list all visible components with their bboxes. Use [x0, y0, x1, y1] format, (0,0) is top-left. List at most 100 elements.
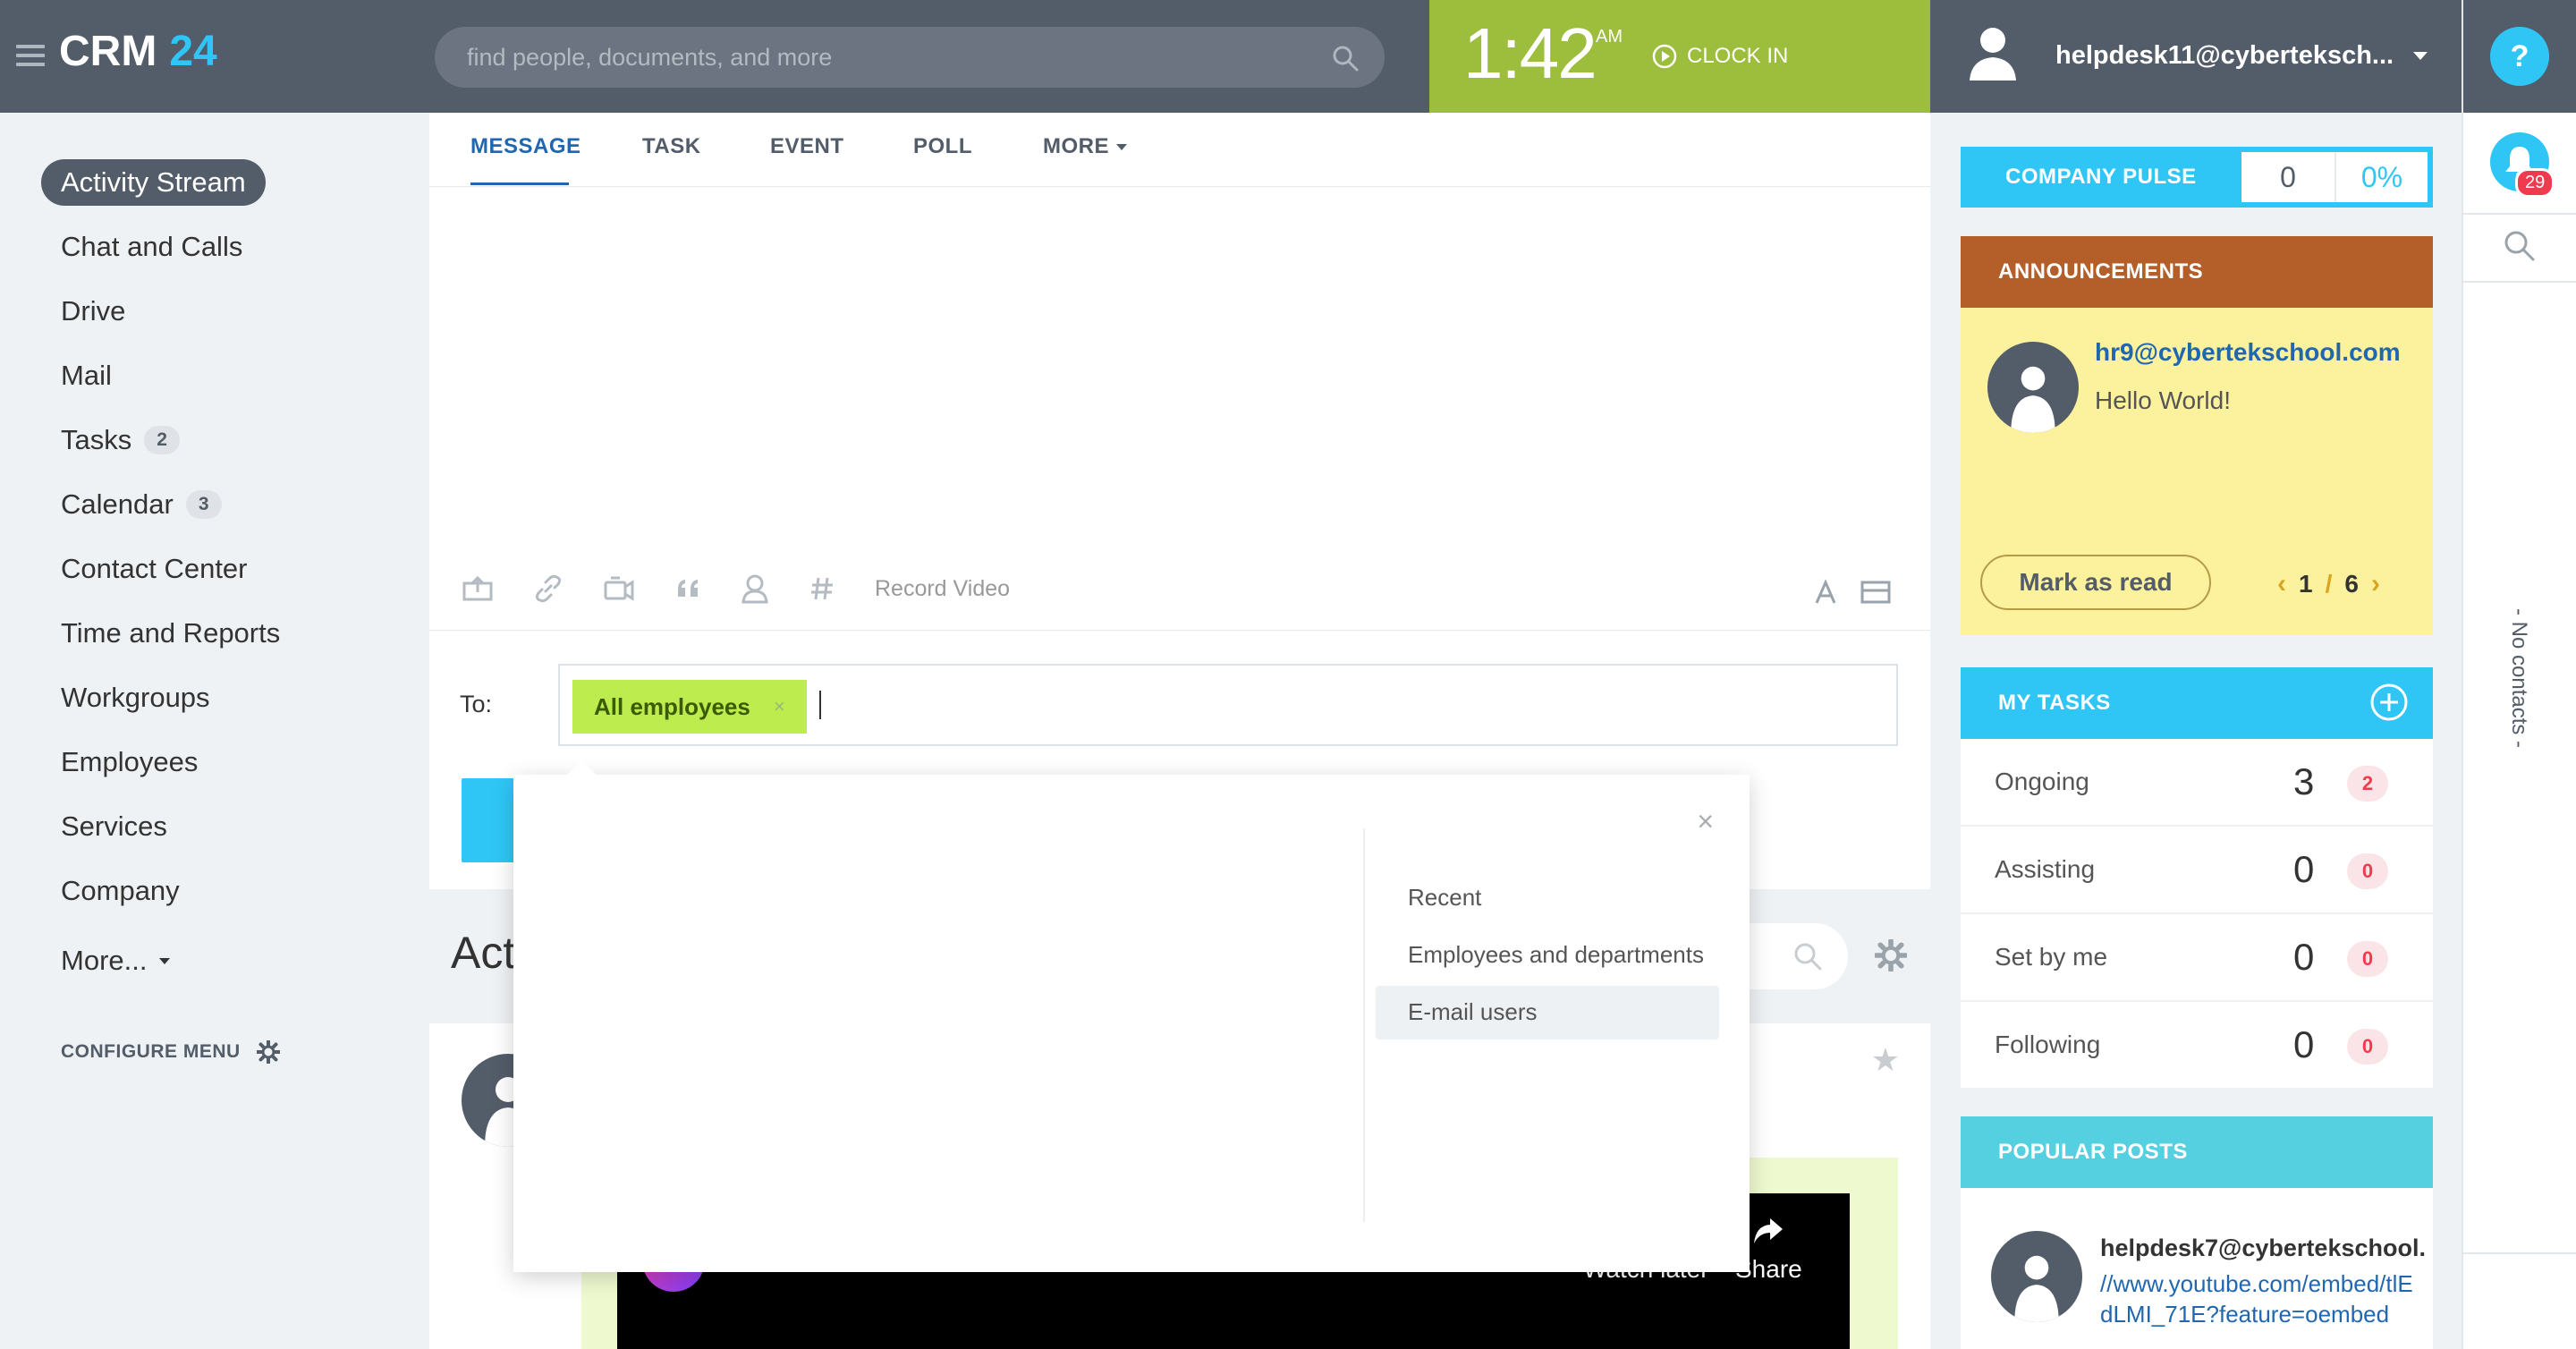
- configure-menu-label: CONFIGURE MENU: [61, 1041, 241, 1062]
- gear-icon[interactable]: [1875, 939, 1907, 971]
- recipients-field[interactable]: All employees ×: [558, 664, 1898, 746]
- task-row-set-by-me[interactable]: Set by me 0 0: [1961, 914, 2433, 1002]
- recipient-chip-label: All employees: [594, 692, 750, 720]
- task-row-badge: 0: [2347, 1029, 2388, 1065]
- mark-as-read-button[interactable]: Mark as read: [1980, 555, 2211, 610]
- popup-item-employees-and-departments[interactable]: Employees and departments: [1408, 941, 1704, 969]
- user-icon: [2014, 1255, 2059, 1322]
- editor-toolbar: Record Video: [462, 571, 1010, 607]
- my-tasks-widget: MY TASKS Ongoing 3 2 Assisting 0 0 Set b…: [1961, 667, 2433, 1090]
- sidebar-item-tasks[interactable]: Tasks 2: [61, 424, 180, 456]
- company-pulse-widget[interactable]: COMPANY PULSE 0 0%: [1961, 147, 2433, 208]
- configure-menu-button[interactable]: CONFIGURE MENU: [61, 1040, 280, 1064]
- sidebar-item-calendar[interactable]: Calendar 3: [61, 488, 222, 521]
- my-tasks-title[interactable]: MY TASKS: [1998, 691, 2111, 716]
- help-button[interactable]: ?: [2490, 27, 2549, 86]
- task-row-badge: 0: [2347, 853, 2388, 889]
- recipient-selector-popup: × Recent Employees and departments E-mai…: [513, 760, 1750, 1272]
- search-icon[interactable]: [2503, 229, 2537, 263]
- recipient-chip[interactable]: All employees ×: [572, 680, 807, 734]
- close-icon[interactable]: ×: [774, 695, 785, 718]
- sidebar-item-label: Contact Center: [61, 553, 248, 584]
- sidebar-item-label: Time and Reports: [61, 617, 281, 649]
- popular-posts-title: POPULAR POSTS: [1998, 1140, 2188, 1164]
- task-row-assisting[interactable]: Assisting 0 0: [1961, 827, 2433, 914]
- text-cursor: [819, 691, 821, 719]
- hamburger-menu-icon[interactable]: [16, 45, 45, 68]
- close-icon[interactable]: ×: [1697, 805, 1714, 838]
- no-contacts-label: - No contacts -: [2507, 608, 2531, 749]
- avatar[interactable]: [1987, 342, 2079, 433]
- link-icon[interactable]: [533, 573, 564, 604]
- record-video-button[interactable]: Record Video: [875, 576, 1010, 602]
- sidebar-item-contact-center[interactable]: Contact Center: [61, 553, 248, 585]
- pager-separator: /: [2325, 570, 2333, 598]
- feed-title: Act: [451, 928, 516, 978]
- sidebar-item-activity-stream[interactable]: Activity Stream: [41, 159, 266, 206]
- sidebar-item-label: Mail: [61, 360, 112, 391]
- text-format-icon[interactable]: [1814, 580, 1837, 605]
- sidebar-item-time-and-reports[interactable]: Time and Reports: [61, 617, 280, 649]
- right-sidebar: ? 29 - No contacts -: [2462, 0, 2576, 1349]
- sidebar-item-company[interactable]: Company: [61, 875, 180, 907]
- star-icon[interactable]: ★: [1871, 1041, 1900, 1079]
- tab-poll[interactable]: POLL: [913, 134, 972, 159]
- post-composer: MESSAGE TASK EVENT POLL MORE Record Vide…: [429, 113, 1930, 889]
- popular-post-link[interactable]: //www.youtube.com/embed/tlEdLMI_71E?feat…: [2100, 1268, 2422, 1349]
- tab-more-label: MORE: [1043, 134, 1109, 158]
- sidebar-item-workgroups[interactable]: Workgroups: [61, 682, 210, 714]
- logo-number: 24: [169, 28, 217, 75]
- task-row-following[interactable]: Following 0 0: [1961, 1002, 2433, 1090]
- clock-in-button[interactable]: CLOCK IN: [1651, 42, 1788, 71]
- popular-post-author[interactable]: helpdesk7@cybertekschool.: [2100, 1234, 2433, 1262]
- chevron-left-icon[interactable]: ‹: [2277, 569, 2286, 599]
- video-icon[interactable]: [603, 574, 635, 603]
- sidebar-item-label: Tasks: [61, 424, 132, 455]
- company-pulse-value: 0: [2241, 152, 2336, 202]
- pager-current: 1: [2299, 570, 2313, 598]
- sidebar-item-mail[interactable]: Mail: [61, 360, 112, 392]
- chevron-right-icon[interactable]: ›: [2371, 569, 2380, 599]
- tab-message[interactable]: MESSAGE: [470, 134, 581, 159]
- task-row-label: Set by me: [1995, 943, 2108, 971]
- tab-task[interactable]: TASK: [642, 134, 701, 159]
- quote-icon[interactable]: [674, 575, 701, 602]
- popup-item-recent[interactable]: Recent: [1408, 884, 1481, 912]
- toggle-panel-icon[interactable]: [1860, 580, 1891, 605]
- task-row-count: 0: [2293, 1023, 2315, 1065]
- notification-count-badge: 29: [2515, 168, 2555, 198]
- clock-widget: 1:42 AM CLOCK IN: [1429, 0, 1930, 113]
- tab-more[interactable]: MORE: [1043, 134, 1127, 159]
- divider: [429, 630, 1930, 631]
- hashtag-icon[interactable]: [809, 575, 835, 602]
- sidebar-item-label: Employees: [61, 746, 199, 777]
- add-task-icon[interactable]: [2368, 682, 2410, 723]
- chevron-down-icon: [1116, 144, 1127, 151]
- global-search: [435, 27, 1385, 88]
- sidebar-item-more[interactable]: More...: [61, 945, 171, 977]
- sidebar-item-label: Calendar: [61, 488, 174, 520]
- user-menu[interactable]: helpdesk11@cyberteksch...: [1930, 0, 2462, 113]
- avatar[interactable]: [1991, 1231, 2082, 1322]
- sidebar-item-drive[interactable]: Drive: [61, 295, 125, 327]
- sidebar-item-label: Drive: [61, 295, 126, 327]
- sidebar-item-employees[interactable]: Employees: [61, 746, 198, 778]
- upload-file-icon[interactable]: [462, 574, 494, 603]
- sidebar-item-chat-and-calls[interactable]: Chat and Calls: [61, 231, 242, 263]
- task-row-ongoing[interactable]: Ongoing 3 2: [1961, 739, 2433, 827]
- announcement-author[interactable]: hr9@cybertekschool.com: [2095, 338, 2401, 367]
- app-logo[interactable]: CRM 24: [59, 27, 217, 76]
- search-icon[interactable]: [1331, 44, 1360, 72]
- chevron-down-icon: [159, 957, 171, 964]
- mention-user-icon[interactable]: [741, 573, 769, 604]
- popup-item-email-users[interactable]: E-mail users: [1408, 998, 1537, 1026]
- tab-event[interactable]: EVENT: [770, 134, 844, 159]
- task-row-badge: 0: [2347, 941, 2388, 977]
- task-row-count: 3: [2293, 760, 2315, 802]
- search-icon: [1794, 943, 1822, 971]
- share-icon: [1754, 1218, 1784, 1243]
- task-row-label: Following: [1995, 1031, 2101, 1058]
- search-input[interactable]: [467, 27, 1317, 88]
- task-row-count: 0: [2293, 936, 2315, 978]
- sidebar-item-services[interactable]: Services: [61, 810, 167, 843]
